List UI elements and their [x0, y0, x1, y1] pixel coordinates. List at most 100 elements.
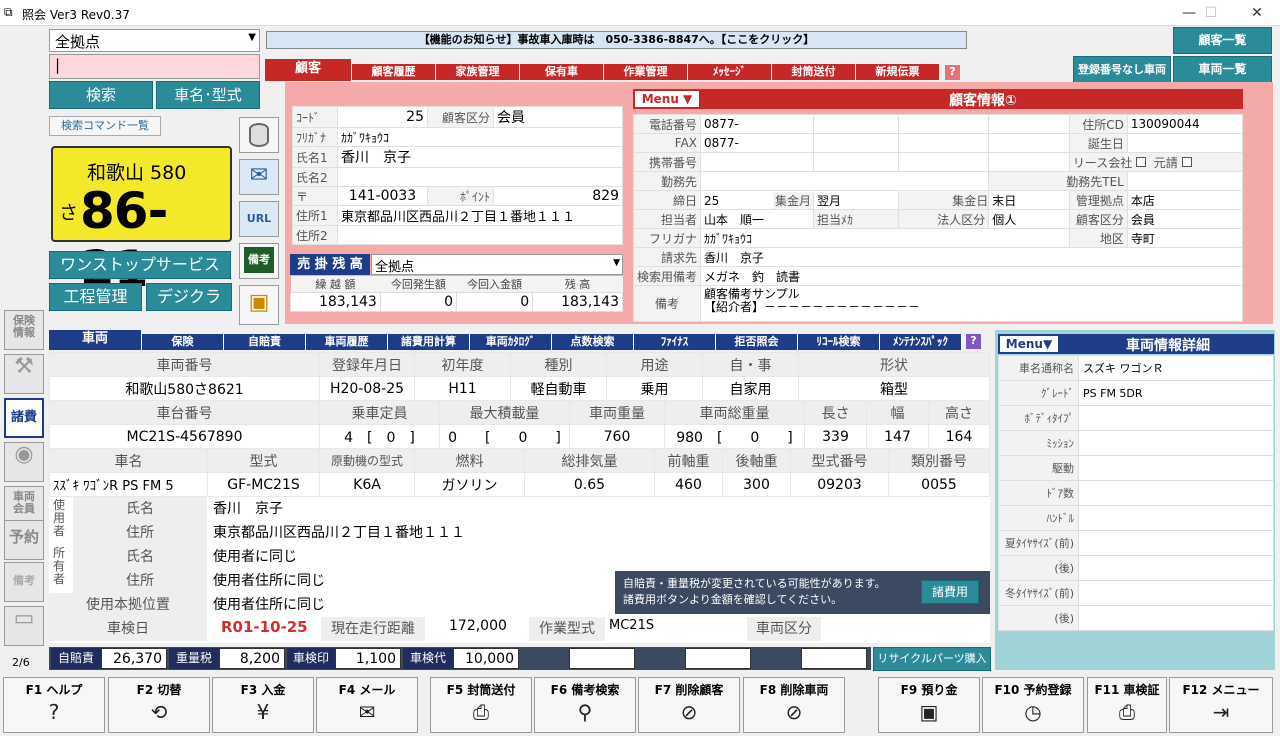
jibai-label: 自賠責	[51, 648, 101, 669]
note-icon[interactable]: 備考	[239, 243, 279, 279]
help-icon[interactable]: ?	[966, 334, 981, 349]
tab-message[interactable]: ﾒｯｾｰｼﾞ	[688, 64, 772, 80]
vv-firstyear: H11	[414, 376, 511, 401]
help-icon[interactable]: ?	[945, 65, 960, 80]
customer-menu-button[interactable]: Menu ▼	[635, 91, 699, 107]
expenses-button[interactable]: 諸費用	[921, 580, 979, 604]
biko-field[interactable]: 顧客備考サンプル 【紹介者】－－－－－－－－－－－－－	[700, 285, 1243, 322]
detail-row: (後)	[998, 555, 1274, 581]
reservation-button[interactable]: 予約	[4, 520, 44, 560]
lease-checkbox[interactable]	[1136, 156, 1147, 167]
motouke-checkbox[interactable]	[1181, 156, 1192, 167]
fkey-inspection-button[interactable]: F11 車検証 ⎙	[1087, 677, 1167, 733]
tab-work[interactable]: 作業管理	[604, 64, 688, 80]
tab-rejection[interactable]: 拒否照会	[716, 334, 798, 350]
location-select-value: 全拠点	[55, 33, 101, 51]
tab-owned-vehicles[interactable]: 保有車	[520, 64, 604, 80]
tab-score-search[interactable]: 点数検索	[552, 334, 634, 350]
tab-customer[interactable]: 顧客	[265, 59, 352, 81]
switch-icon: ⟲	[150, 700, 168, 724]
note-side-button[interactable]: 備考	[4, 562, 44, 602]
location-select[interactable]: 全拠点 ▼	[49, 29, 260, 52]
maximize-button[interactable]: ☐	[1188, 0, 1234, 26]
database-icon[interactable]	[239, 117, 279, 153]
vehicle-menu-button[interactable]: Menu▼	[1000, 336, 1058, 352]
name1-value: 香川 京子	[337, 146, 623, 168]
vv-kind: 軽自動車	[510, 376, 607, 401]
addr1-label: 住所1	[292, 205, 338, 226]
detail-label: 冬ﾀｲﾔｻｲｽﾞ(前)	[998, 580, 1079, 606]
birthday-value	[1126, 133, 1244, 153]
search-button[interactable]: 検索	[49, 81, 153, 109]
tire-icon[interactable]: ◉	[4, 442, 44, 482]
carname-button[interactable]: 車名･型式	[156, 81, 260, 109]
ar-location-select[interactable]: 全拠点 ▼	[371, 254, 623, 275]
tab-catalog[interactable]: 車両ｶﾀﾛｸﾞ	[470, 334, 552, 350]
name2-label: 氏名2	[292, 167, 338, 187]
fkey-delete-customer-button[interactable]: F7 削除顧客 ⊘	[638, 677, 740, 733]
shu-hi-value: 末日	[988, 190, 1070, 210]
search-command-list-button[interactable]: 検索コマンド一覧	[49, 116, 161, 136]
ar-label: 売 掛 残 高	[290, 254, 370, 275]
detail-value	[1078, 430, 1274, 456]
expenses-side-button[interactable]: 諸費	[4, 398, 44, 438]
detail-row: (後)	[998, 605, 1274, 631]
url-icon[interactable]: URL	[239, 201, 279, 237]
fkey-note-search-button[interactable]: F6 備考検索 ⚲	[534, 677, 636, 733]
tab-vehicle[interactable]: 車両	[49, 330, 142, 350]
search-input[interactable]: |	[49, 54, 260, 79]
detail-label: (後)	[998, 555, 1079, 581]
no-reg-vehicle-button[interactable]: 登録番号なし車両	[1073, 56, 1171, 83]
tab-envelope[interactable]: 封筒送付	[772, 64, 856, 80]
biko-label: 備考	[632, 285, 702, 322]
fkey-menu-button[interactable]: F12 メニュー ⇥	[1169, 677, 1273, 733]
fkey-deposit-button[interactable]: F9 預り金 ▣	[878, 677, 980, 733]
koutei-button[interactable]: 工程管理	[49, 283, 142, 311]
detail-row: 冬ﾀｲﾔｻｲｽﾞ(前)	[998, 580, 1274, 606]
person-card-icon[interactable]: ▣	[239, 285, 279, 325]
fkey-mail-button[interactable]: F4 メール ✉	[316, 677, 418, 733]
work-type-label: 作業型式	[529, 617, 605, 641]
recycle-parts-button[interactable]: リサイクルパーツ購入	[873, 647, 991, 671]
customer-list-button[interactable]: 顧客一覧	[1173, 27, 1272, 54]
sum-blank2	[685, 648, 751, 669]
fkey-envelope-button[interactable]: F5 封筒送付 ⎙	[430, 677, 532, 733]
fkey-switch-button[interactable]: F2 切替 ⟲	[108, 677, 210, 733]
fkey-label: F2 切替	[136, 683, 182, 697]
tab-new-slip[interactable]: 新規伝票	[856, 64, 940, 80]
vv-maxload: 0 [ 0 ]	[439, 424, 570, 449]
kubun-label: 顧客区分	[427, 106, 494, 128]
insurance-info-button[interactable]: 保険 情報	[4, 310, 44, 350]
folder-icon[interactable]: ▭	[4, 606, 44, 646]
sum-blank1	[569, 648, 635, 669]
tab-insurance[interactable]: 保険	[142, 334, 224, 350]
tab-finance[interactable]: ﾌｧｲﾅｽ	[634, 334, 716, 350]
detail-value: スズキ ワゴンＲ	[1078, 355, 1274, 381]
close-button[interactable]: ✕	[1234, 0, 1280, 26]
vehicle-list-button[interactable]: 車両一覧	[1173, 56, 1272, 83]
tab-vehicle-history[interactable]: 車両履歴	[306, 334, 388, 350]
tel-extra2	[898, 114, 990, 134]
kensaku-label: 検索用備考	[632, 266, 702, 286]
wrench-icon[interactable]: ⚒	[4, 354, 44, 394]
tab-jibaiseki[interactable]: 自賠責	[224, 334, 306, 350]
fkey-label: F3 入金	[240, 683, 286, 697]
zip-value: 141-0033	[337, 186, 428, 206]
fkey-payment-button[interactable]: F3 入金 ¥	[212, 677, 314, 733]
tab-recall[interactable]: ﾘｺｰﾙ検索	[798, 334, 880, 350]
mail-icon[interactable]: ✉	[239, 159, 279, 195]
tab-customer-history[interactable]: 顧客履歴	[352, 64, 436, 80]
tab-expenses[interactable]: 諸費用計算	[388, 334, 470, 350]
fkey-reservation-button[interactable]: F10 予約登録 ◷	[982, 677, 1084, 733]
tab-family[interactable]: 家族管理	[436, 64, 520, 80]
notice-banner[interactable]: 【機能のお知らせ】事故車入庫時は 050-3386-8847へ。【ここをクリック…	[266, 31, 967, 49]
digicla-button[interactable]: デジクラ	[146, 283, 232, 311]
kana-label: ﾌﾘｶﾞﾅ	[292, 127, 338, 147]
vh-engine: 原動機の型式	[319, 448, 415, 473]
fkey-help-button[interactable]: F1 ヘルプ?	[3, 677, 105, 733]
inshi-value: 1,100	[335, 648, 401, 669]
tab-maintenance[interactable]: ﾒﾝﾃﾅﾝｽﾊﾟｯｸ	[880, 334, 962, 350]
fkey-label: F11 車検証	[1094, 683, 1160, 697]
fkey-delete-vehicle-button[interactable]: F8 削除車両 ⊘	[743, 677, 845, 733]
onestop-button[interactable]: ワンストップサービス	[49, 251, 231, 279]
